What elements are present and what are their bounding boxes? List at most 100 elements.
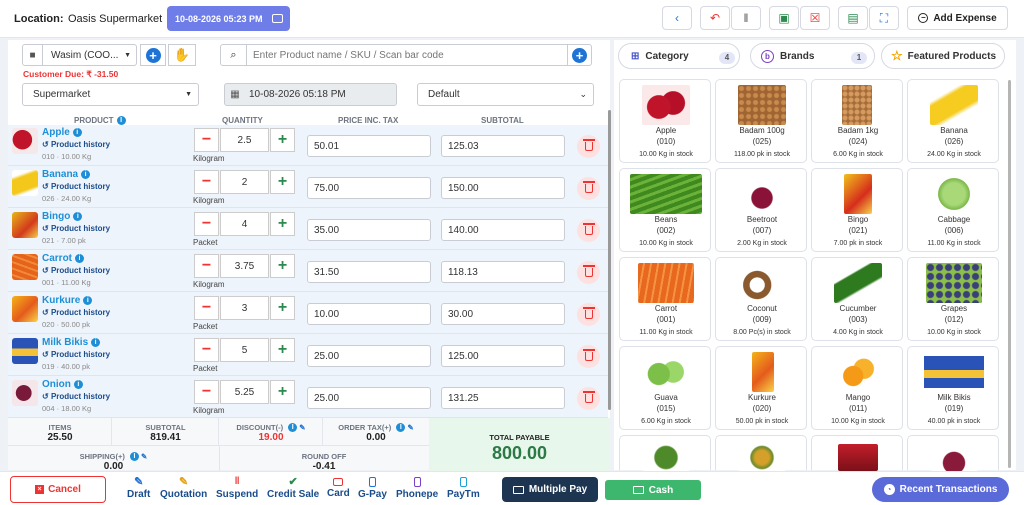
cancel-button[interactable]: × Cancel [10, 476, 106, 503]
product-name[interactable]: Apple i [42, 127, 82, 138]
customer-pay-icon[interactable]: ✋ [168, 44, 196, 66]
card-button[interactable]: Card [327, 477, 350, 499]
cart-scrollbar[interactable] [608, 110, 611, 410]
paytm-button[interactable]: PayTm [447, 477, 480, 500]
quantity-decrease-button[interactable]: − [194, 212, 219, 236]
product-card[interactable]: Grapes (012) 10.00 Kg in stock [907, 257, 999, 341]
product-card-partial[interactable] [619, 435, 711, 471]
calculator-icon[interactable]: ▤ [838, 6, 868, 30]
featured-filter[interactable]: ☆ Featured Products [881, 43, 1005, 69]
product-card-partial[interactable] [907, 435, 999, 471]
product-history-link[interactable]: ↺ Product history [42, 392, 110, 401]
product-card[interactable]: Badam 1kg (024) 6.00 Kg in stock [811, 79, 903, 163]
quantity-increase-button[interactable]: + [270, 212, 295, 236]
subtotal-input[interactable]: 140.00 [441, 219, 565, 241]
customer-select[interactable]: ■ Wasim (COO... ▼ [22, 44, 137, 66]
edit-discount-icon[interactable]: ✎ [299, 423, 305, 432]
quantity-increase-button[interactable]: + [270, 296, 295, 320]
credit-sale-button[interactable]: ✔ Credit Sale [267, 477, 319, 501]
fullscreen-icon[interactable]: ⛶ [869, 6, 899, 30]
quantity-input[interactable]: 4 [220, 212, 269, 236]
price-input[interactable]: 25.00 [307, 387, 431, 409]
product-history-link[interactable]: ↺ Product history [42, 140, 110, 149]
add-customer-button[interactable]: + [140, 44, 166, 66]
quotation-button[interactable]: ✎ Quotation [160, 477, 207, 501]
quantity-increase-button[interactable]: + [270, 170, 295, 194]
product-history-link[interactable]: ↺ Product history [42, 182, 110, 191]
brands-filter[interactable]: b Brands 1 [750, 43, 875, 69]
phonepe-button[interactable]: Phonepe [396, 477, 438, 500]
delete-button[interactable] [577, 387, 600, 410]
product-history-link[interactable]: ↺ Product history [42, 350, 110, 359]
product-history-link[interactable]: ↺ Product history [42, 308, 110, 317]
quantity-input[interactable]: 3.75 [220, 254, 269, 278]
briefcase-icon[interactable]: ▣ [769, 6, 799, 30]
product-card-partial[interactable] [715, 435, 807, 471]
quantity-input[interactable]: 5 [220, 338, 269, 362]
subtotal-input[interactable]: 150.00 [441, 177, 565, 199]
quantity-decrease-button[interactable]: − [194, 296, 219, 320]
product-history-link[interactable]: ↺ Product history [42, 266, 110, 275]
price-group-select[interactable]: Default ⌄ [417, 83, 594, 106]
add-expense-button[interactable]: − Add Expense [907, 6, 1008, 30]
product-search[interactable]: ⌕ + [220, 44, 592, 66]
add-product-button[interactable]: + [567, 45, 591, 65]
quantity-decrease-button[interactable]: − [194, 254, 219, 278]
product-card[interactable]: Bingo (021) 7.00 pk in stock [811, 168, 903, 252]
transaction-date-field[interactable]: ▦ 10-08-2026 05:18 PM [224, 83, 397, 106]
product-name[interactable]: Milk Bikis i [42, 337, 101, 348]
category-filter[interactable]: ⊞ Category 4 [618, 43, 740, 69]
price-input[interactable]: 31.50 [307, 261, 431, 283]
delete-button[interactable] [577, 345, 600, 368]
datetime-pill[interactable]: 10-08-2026 05:23 PM [167, 6, 290, 31]
price-input[interactable]: 75.00 [307, 177, 431, 199]
price-input[interactable]: 10.00 [307, 303, 431, 325]
edit-tax-icon[interactable]: ✎ [407, 423, 413, 432]
product-name[interactable]: Bingo i [42, 211, 83, 222]
product-history-link[interactable]: ↺ Product history [42, 224, 110, 233]
product-card[interactable]: Apple (010) 10.00 Kg in stock [619, 79, 711, 163]
delete-button[interactable] [577, 177, 600, 200]
quantity-input[interactable]: 2.5 [220, 128, 269, 152]
product-card[interactable]: Coconut (009) 8.00 Pc(s) in stock [715, 257, 807, 341]
product-name[interactable]: Kurkure i [42, 295, 93, 306]
product-card[interactable]: Cabbage (006) 11.00 Kg in stock [907, 168, 999, 252]
product-scrollbar[interactable] [1008, 80, 1011, 468]
quantity-decrease-button[interactable]: − [194, 170, 219, 194]
recent-transactions-button[interactable]: ◔ Recent Transactions [872, 477, 1009, 502]
quantity-increase-button[interactable]: + [270, 380, 295, 404]
delete-button[interactable] [577, 135, 600, 158]
store-select[interactable]: Supermarket ▼ [22, 83, 199, 106]
quantity-decrease-button[interactable]: − [194, 338, 219, 362]
subtotal-input[interactable]: 118.13 [441, 261, 565, 283]
subtotal-input[interactable]: 131.25 [441, 387, 565, 409]
product-card[interactable]: Milk Bikis (019) 40.00 pk in stock [907, 346, 999, 430]
delete-button[interactable] [577, 219, 600, 242]
subtotal-input[interactable]: 30.00 [441, 303, 565, 325]
product-name[interactable]: Carrot i [42, 253, 85, 264]
product-name[interactable]: Banana i [42, 169, 91, 180]
product-card[interactable]: Cucumber (003) 4.00 Kg in stock [811, 257, 903, 341]
product-card[interactable]: Banana (026) 24.00 Kg in stock [907, 79, 999, 163]
suspend-button[interactable]: ‖ Suspend [216, 477, 258, 501]
pause-icon[interactable]: ‖ [731, 6, 761, 30]
quantity-input[interactable]: 3 [220, 296, 269, 320]
edit-shipping-icon[interactable]: ✎ [141, 452, 147, 461]
price-input[interactable]: 35.00 [307, 219, 431, 241]
quantity-increase-button[interactable]: + [270, 338, 295, 362]
quantity-decrease-button[interactable]: − [194, 128, 219, 152]
delete-button[interactable] [577, 303, 600, 326]
quantity-increase-button[interactable]: + [270, 254, 295, 278]
product-card[interactable]: Carrot (001) 11.00 Kg in stock [619, 257, 711, 341]
undo-icon[interactable]: ↶ [700, 6, 730, 30]
subtotal-input[interactable]: 125.03 [441, 135, 565, 157]
quantity-increase-button[interactable]: + [270, 128, 295, 152]
multiple-pay-button[interactable]: Multiple Pay [502, 477, 598, 502]
product-card[interactable]: Beetroot (007) 2.00 Kg in stock [715, 168, 807, 252]
product-card[interactable]: Beans (002) 10.00 Kg in stock [619, 168, 711, 252]
product-card[interactable]: Mango (011) 10.00 Kg in stock [811, 346, 903, 430]
quantity-decrease-button[interactable]: − [194, 380, 219, 404]
delete-button[interactable] [577, 261, 600, 284]
price-input[interactable]: 25.00 [307, 345, 431, 367]
product-card[interactable]: Guava (015) 6.00 Kg in stock [619, 346, 711, 430]
